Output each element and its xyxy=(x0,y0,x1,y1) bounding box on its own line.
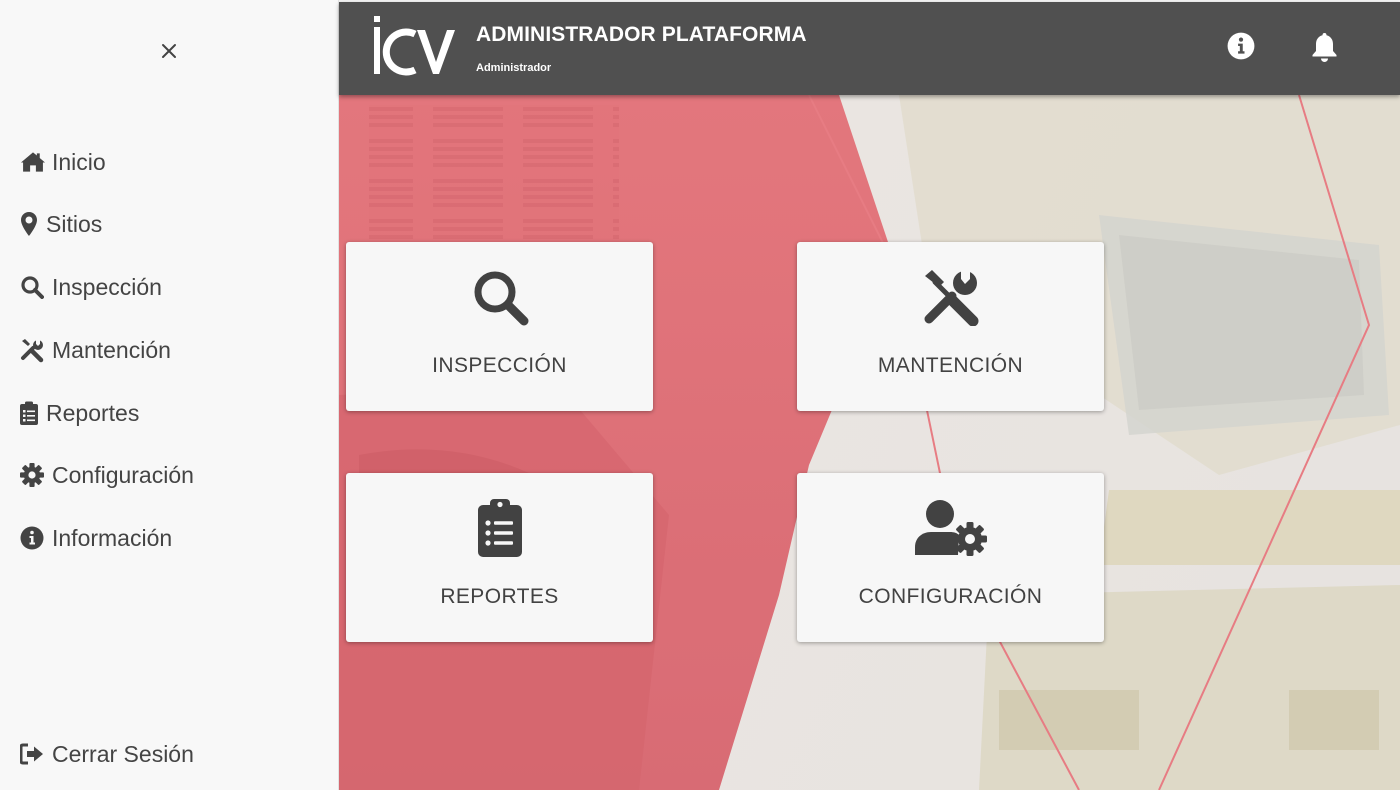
logout-button[interactable]: Cerrar Sesión xyxy=(20,737,194,771)
sidebar-item-inicio[interactable]: Inicio xyxy=(20,145,106,179)
sign-out-icon xyxy=(20,741,46,767)
sidebar-item-mantencion[interactable]: Mantención xyxy=(20,333,171,367)
search-icon xyxy=(20,274,46,300)
app-header: ADMINISTRADOR PLATAFORMA Administrador xyxy=(339,2,1400,95)
sidebar-item-label: Información xyxy=(52,524,173,551)
info-circle-icon xyxy=(1227,32,1255,60)
notifications-button[interactable] xyxy=(1311,32,1338,68)
user-cog-icon xyxy=(797,499,1104,557)
user-role: Administrador xyxy=(476,62,552,74)
home-icon xyxy=(20,149,46,175)
sidebar-item-informacion[interactable]: Información xyxy=(20,521,172,555)
sidebar-item-inspeccion[interactable]: Inspección xyxy=(20,270,162,304)
map-marker-icon xyxy=(20,211,40,237)
sidebar-item-label: Inicio xyxy=(52,148,106,175)
mining-background-illustration xyxy=(339,95,1400,790)
search-icon xyxy=(346,268,653,326)
card-reportes[interactable]: REPORTES xyxy=(346,473,653,642)
gear-icon xyxy=(20,462,46,488)
card-label: INSPECCIÓN xyxy=(432,354,567,377)
sidebar-item-label: Reportes xyxy=(46,399,140,426)
icv-logo xyxy=(371,16,457,83)
card-mantencion[interactable]: MANTENCIÓN xyxy=(797,242,1104,411)
logout-label: Cerrar Sesión xyxy=(52,740,194,767)
card-label: REPORTES xyxy=(440,585,559,608)
info-button[interactable] xyxy=(1227,32,1255,65)
sidebar: Inicio Sitios Inspección Mantención Repo… xyxy=(0,0,339,790)
close-icon xyxy=(162,44,176,58)
info-circle-icon xyxy=(20,525,46,551)
tools-icon xyxy=(797,268,1104,326)
clipboard-list-icon xyxy=(346,499,653,557)
sidebar-item-label: Mantención xyxy=(52,336,171,363)
card-label: CONFIGURACIÓN xyxy=(858,585,1043,608)
sidebar-item-configuracion[interactable]: Configuración xyxy=(20,458,194,492)
card-label: MANTENCIÓN xyxy=(877,354,1024,377)
tools-icon xyxy=(20,337,46,363)
card-inspeccion[interactable]: INSPECCIÓN xyxy=(346,242,653,411)
sidebar-item-reportes[interactable]: Reportes xyxy=(20,396,139,430)
sidebar-item-label: Inspección xyxy=(52,273,162,300)
background-image xyxy=(339,95,1400,790)
clipboard-list-icon xyxy=(20,400,40,426)
bell-icon xyxy=(1312,33,1337,62)
sidebar-item-label: Sitios xyxy=(46,210,103,237)
page-title: ADMINISTRADOR PLATAFORMA xyxy=(476,23,807,46)
close-sidebar-button[interactable] xyxy=(156,38,182,64)
card-configuracion[interactable]: CONFIGURACIÓN xyxy=(797,473,1104,642)
sidebar-item-label: Configuración xyxy=(52,461,194,488)
sidebar-item-sitios[interactable]: Sitios xyxy=(20,207,102,241)
